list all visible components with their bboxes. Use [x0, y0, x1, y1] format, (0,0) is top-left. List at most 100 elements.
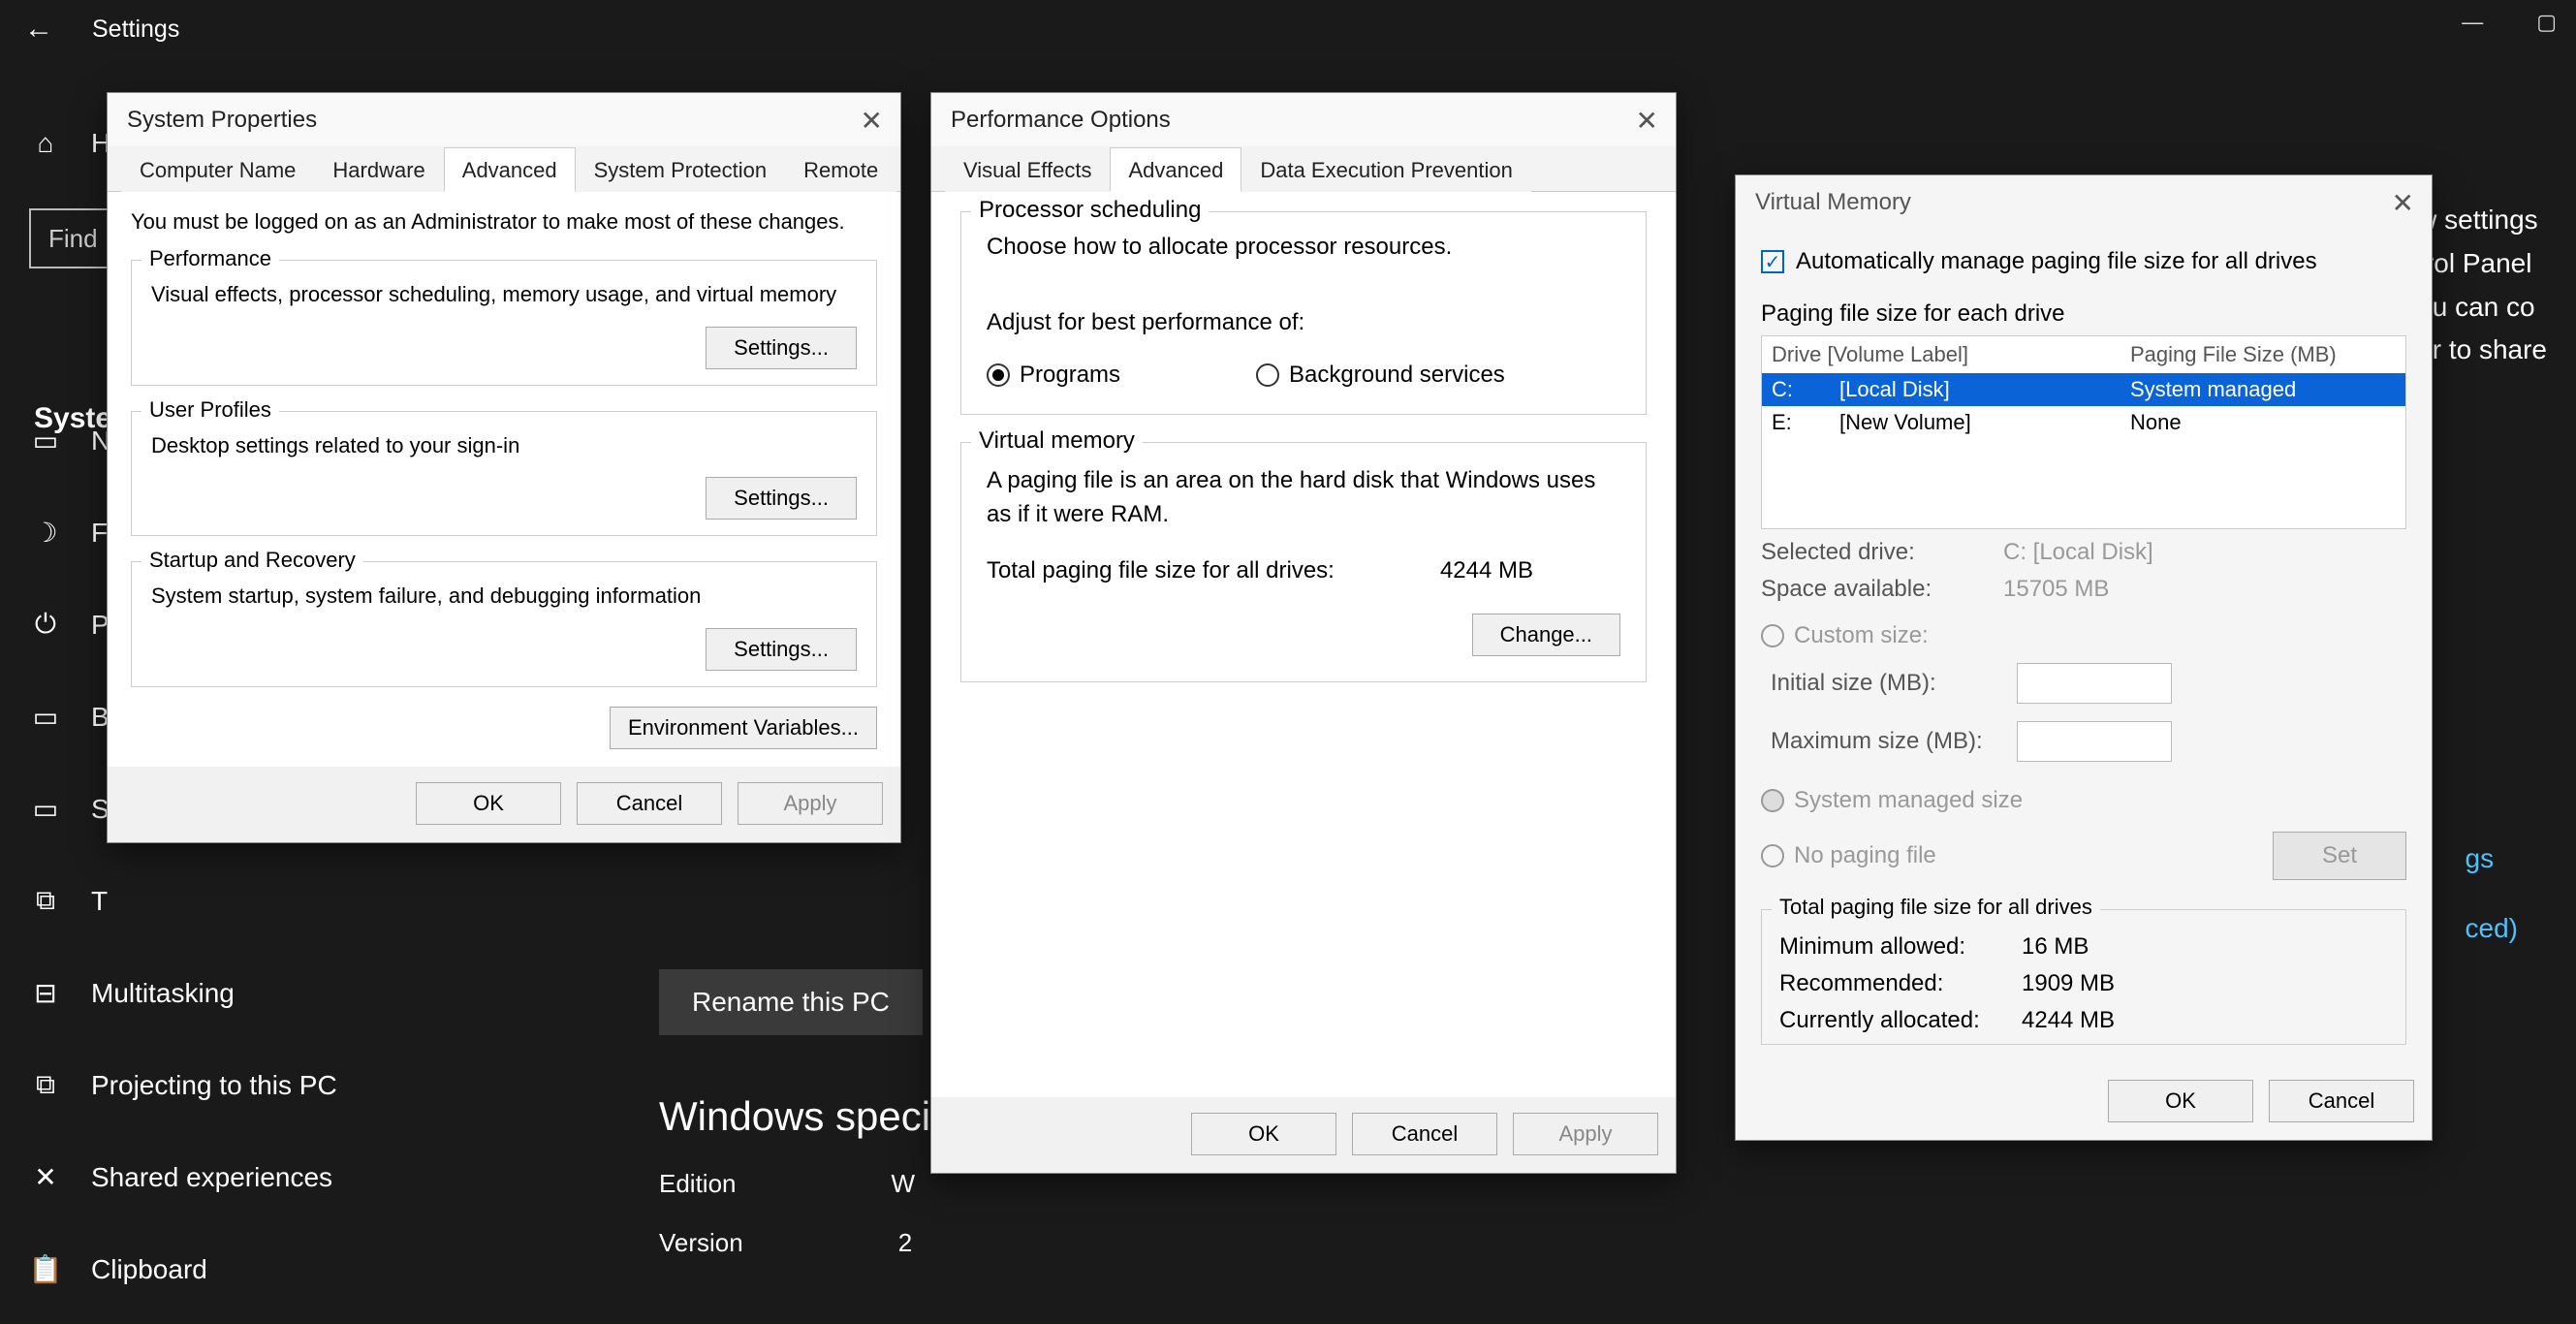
initial-size-input: [2017, 663, 2172, 704]
performance-group: Performance Visual effects, processor sc…: [131, 260, 877, 386]
each-drive-label: Paging file size for each drive: [1761, 300, 2406, 328]
env-vars-button[interactable]: Environment Variables...: [610, 707, 877, 749]
perfopt-tabs: Visual Effects Advanced Data Execution P…: [931, 146, 1676, 192]
selected-drive-label: Selected drive:: [1761, 539, 2003, 566]
link-advanced[interactable]: ced): [2466, 913, 2518, 944]
perfopt-footer: OK Cancel Apply: [931, 1097, 1676, 1173]
link-settings[interactable]: gs: [2466, 843, 2518, 874]
bg-text-line: w settings: [2417, 199, 2547, 242]
dialog-title: Performance Options: [931, 93, 1676, 146]
ok-button[interactable]: OK: [1191, 1113, 1336, 1155]
set-button: Set: [2273, 832, 2406, 880]
startup-group: Startup and Recovery System startup, sys…: [131, 561, 877, 687]
tab-dep[interactable]: Data Execution Prevention: [1241, 147, 1531, 192]
radio-no-paging: No paging file: [1761, 842, 1936, 869]
maximize-icon[interactable]: ▢: [2536, 10, 2557, 35]
profiles-settings-button[interactable]: Settings...: [706, 477, 857, 520]
version-value: 2: [898, 1228, 912, 1258]
performance-settings-button[interactable]: Settings...: [706, 327, 857, 369]
space-label: Space available:: [1761, 576, 2003, 603]
sidebar-item-multitasking[interactable]: ⊟ Multitasking: [29, 947, 620, 1039]
rename-pc-button[interactable]: Rename this PC: [659, 969, 923, 1035]
startup-settings-button[interactable]: Settings...: [706, 628, 857, 671]
performance-text: Visual effects, processor scheduling, me…: [151, 280, 857, 309]
min-label: Minimum allowed:: [1779, 933, 2022, 961]
close-icon[interactable]: ✕: [1636, 105, 1658, 137]
vm-text: A paging file is an area on the hard dis…: [987, 464, 1620, 532]
sidebar-item-label: Multitasking: [91, 978, 235, 1009]
sysprops-tabs: Computer Name Hardware Advanced System P…: [108, 146, 900, 192]
vm-footer: OK Cancel: [1736, 1064, 2432, 1140]
drive-row-e[interactable]: E: [New Volume] None: [1762, 406, 2405, 439]
drive-list-header: Drive [Volume Label] Paging File Size (M…: [1762, 336, 2405, 373]
ok-button[interactable]: OK: [2108, 1080, 2253, 1122]
radio-icon: [1761, 624, 1784, 647]
battery-icon: ▭: [29, 701, 62, 734]
cancel-button[interactable]: Cancel: [2269, 1080, 2414, 1122]
group-label: Processor scheduling: [971, 197, 1209, 224]
tab-hardware[interactable]: Hardware: [314, 147, 443, 192]
min-value: 16 MB: [2022, 933, 2089, 961]
radio-custom-size: Custom size:: [1761, 622, 2406, 649]
close-icon[interactable]: ✕: [861, 105, 883, 137]
drive-list[interactable]: Drive [Volume Label] Paging File Size (M…: [1761, 335, 2406, 529]
radio-programs[interactable]: Programs: [987, 362, 1120, 389]
drive-size: None: [2111, 410, 2396, 435]
app-title: Settings: [92, 16, 179, 44]
drive-size: System managed: [2111, 377, 2396, 402]
group-label-performance: Performance: [141, 246, 279, 271]
sidebar-item-clipboard[interactable]: 📋 Clipboard: [29, 1223, 620, 1315]
cur-value: 4244 MB: [2022, 1007, 2115, 1034]
right-links: gs ced): [2466, 843, 2518, 983]
bg-text-line: ou can co: [2417, 286, 2547, 330]
tab-advanced[interactable]: Advanced: [1110, 147, 1241, 192]
radio-label: Programs: [1020, 362, 1120, 389]
close-icon[interactable]: ✕: [2392, 187, 2414, 219]
checkbox-icon: ✓: [1761, 250, 1784, 273]
radio-label: Background services: [1289, 362, 1505, 389]
group-label-startup: Startup and Recovery: [141, 548, 363, 573]
ok-button[interactable]: OK: [416, 782, 561, 825]
radio-icon: [1761, 844, 1784, 867]
admin-note: You must be logged on as an Administrato…: [131, 209, 877, 235]
initial-size-label: Initial size (MB):: [1761, 670, 2003, 697]
group-label-profiles: User Profiles: [141, 397, 279, 423]
totals-label: Total paging file size for all drives: [1772, 895, 2100, 920]
max-size-input: [2017, 721, 2172, 762]
drive-label: [New Volume]: [1839, 410, 2111, 435]
apply-button[interactable]: Apply: [738, 782, 883, 825]
tab-remote[interactable]: Remote: [785, 147, 896, 192]
drive-row-c[interactable]: C: [Local Disk] System managed: [1762, 373, 2405, 406]
minimize-icon[interactable]: —: [2462, 10, 2483, 35]
edition-label: Edition: [659, 1169, 737, 1199]
radio-icon: [1256, 363, 1279, 387]
adjust-label: Adjust for best performance of:: [987, 309, 1620, 336]
sidebar-item-tablet[interactable]: ⧉ T: [29, 855, 620, 947]
radio-icon: [987, 363, 1010, 387]
radio-background[interactable]: Background services: [1256, 362, 1505, 389]
change-button[interactable]: Change...: [1472, 614, 1620, 656]
cancel-button[interactable]: Cancel: [577, 782, 722, 825]
tab-visual-effects[interactable]: Visual Effects: [945, 147, 1110, 192]
dialog-title: System Properties: [108, 93, 900, 146]
cancel-button[interactable]: Cancel: [1352, 1113, 1497, 1155]
storage-icon: ▭: [29, 793, 62, 826]
tab-advanced[interactable]: Advanced: [444, 147, 576, 192]
system-properties-dialog: System Properties ✕ Computer Name Hardwa…: [107, 92, 901, 843]
sidebar-item-label: Shared experiences: [91, 1162, 332, 1193]
sidebar-item-projecting[interactable]: ⧉ Projecting to this PC: [29, 1039, 620, 1131]
tab-system-protection[interactable]: System Protection: [576, 147, 786, 192]
auto-manage-checkbox[interactable]: ✓ Automatically manage paging file size …: [1761, 248, 2317, 275]
max-size-label: Maximum size (MB):: [1761, 728, 2003, 755]
processor-scheduling-group: Processor scheduling Choose how to alloc…: [960, 211, 1647, 415]
back-icon[interactable]: ←: [24, 13, 53, 46]
tablet-icon: ⧉: [29, 885, 62, 918]
apply-button[interactable]: Apply: [1513, 1113, 1658, 1155]
radio-label: No paging file: [1794, 842, 1936, 869]
drive-label: [Local Disk]: [1839, 377, 2111, 402]
virtual-memory-dialog: Virtual Memory ✕ ✓ Automatically manage …: [1735, 174, 2433, 1141]
sidebar-item-shared[interactable]: ✕ Shared experiences: [29, 1131, 620, 1223]
version-label: Version: [659, 1228, 743, 1258]
tab-computer-name[interactable]: Computer Name: [121, 147, 314, 192]
cur-label: Currently allocated:: [1779, 1007, 2022, 1034]
